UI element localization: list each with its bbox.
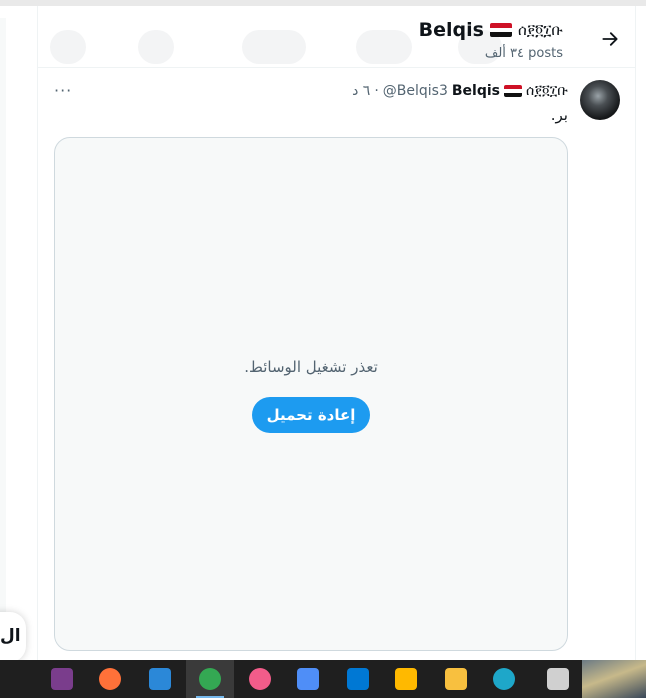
tweet-display-name[interactable]: Belqis <box>452 83 500 99</box>
left-sidebar: ال <box>0 6 38 662</box>
tweet-separator: · <box>374 83 379 99</box>
taskbar-app-microsoft-store[interactable] <box>382 660 430 698</box>
weather-widget[interactable] <box>582 660 646 698</box>
taskbar-app-file-explorer[interactable] <box>432 660 480 698</box>
more-options-button[interactable]: ··· <box>54 81 72 100</box>
windows-taskbar <box>0 660 646 698</box>
task-view-icon <box>547 668 569 690</box>
microsoft-store-icon <box>395 668 417 690</box>
reload-button[interactable]: إعادة تحميل <box>252 397 370 433</box>
posts-count: ٣٤ ألف posts <box>484 46 563 61</box>
tweet-display-glyphs: ሰ፻፬፲ቡ <box>526 83 568 99</box>
tweet-handle[interactable]: @Belqis3 <box>383 83 448 99</box>
sidebar-bar <box>0 18 6 618</box>
itunes-icon <box>249 668 271 690</box>
mail-icon <box>347 668 369 690</box>
profile-name: Belqis <box>418 19 484 41</box>
column-divider <box>635 6 636 660</box>
winrar-icon <box>51 668 73 690</box>
yemen-flag-icon <box>489 23 512 37</box>
copilot-icon <box>297 668 319 690</box>
edge-icon <box>493 668 515 690</box>
taskbar-app-chrome[interactable] <box>186 660 234 698</box>
tweet-time[interactable]: ٦ د <box>352 83 370 99</box>
taskbar-app-copilot[interactable] <box>284 660 332 698</box>
header-placeholder <box>50 30 86 64</box>
taskbar-app-movies-tv[interactable] <box>136 660 184 698</box>
header-placeholder <box>242 30 306 64</box>
profile-header: Belqis ሰ፻፬፲ቡ ٣٤ ألف posts <box>38 6 635 68</box>
file-explorer-icon <box>445 668 467 690</box>
avatar[interactable] <box>580 80 620 120</box>
tweet-header: ٦ د · @Belqis3 Belqis ሰ፻፬፲ቡ <box>352 83 568 99</box>
media-container: تعذر تشغيل الوسائط. إعادة تحميل <box>54 137 568 651</box>
taskbar-app-firefox[interactable] <box>86 660 134 698</box>
taskbar-app-mail[interactable] <box>334 660 382 698</box>
taskbar-app-edge[interactable] <box>480 660 528 698</box>
profile-title: Belqis ሰ፻፬፲ቡ <box>419 19 563 41</box>
movies-tv-icon <box>149 668 171 690</box>
header-placeholder <box>356 30 412 64</box>
header-placeholder <box>138 30 174 64</box>
back-button[interactable] <box>595 22 625 52</box>
tweet-text: بر. <box>550 106 568 124</box>
arrow-right-icon <box>602 31 618 46</box>
firefox-icon <box>99 668 121 690</box>
media-error-message: تعذر تشغيل الوسائط. <box>244 358 378 376</box>
taskbar-app-winrar[interactable] <box>38 660 86 698</box>
taskbar-app-task-view[interactable] <box>534 660 582 698</box>
messages-drawer-label: ال <box>0 626 21 646</box>
profile-name-glyphs: ሰ፻፬፲ቡ <box>517 21 563 39</box>
taskbar-app-itunes[interactable] <box>236 660 284 698</box>
chrome-icon <box>199 668 221 690</box>
yemen-flag-icon <box>504 85 522 97</box>
tweet[interactable]: ··· ٦ د · @Belqis3 Belqis ሰ፻፬፲ቡ بر. تعذر… <box>38 69 635 660</box>
